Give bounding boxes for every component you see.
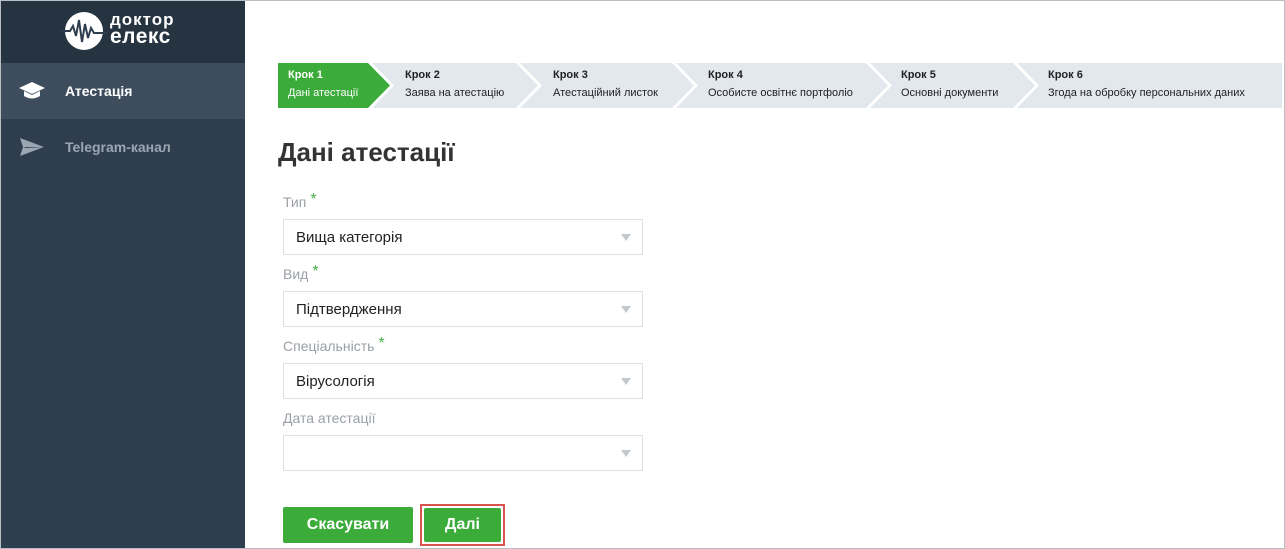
wizard-step-5[interactable]: Крок 5 Основні документи: [892, 63, 1032, 108]
step-number: Крок 3: [553, 69, 588, 81]
sidebar-item-attestation[interactable]: Атестація: [0, 63, 245, 119]
specialty-label: Спеціальність *: [283, 335, 385, 356]
required-marker: *: [310, 191, 317, 208]
type-select[interactable]: Вища категорія: [283, 219, 643, 255]
type-label: Тип *: [283, 191, 317, 212]
step-number: Крок 4: [708, 69, 743, 81]
kind-label-text: Вид: [283, 266, 309, 282]
wizard-steps: Крок 1 Дані атестації Крок 2 Заява на ат…: [278, 63, 1282, 108]
wizard-step-2[interactable]: Крок 2 Заява на атестацію: [394, 63, 534, 108]
wizard-step-3[interactable]: Крок 3 Атестаційний листок: [542, 63, 692, 108]
date-label-text: Дата атестації: [283, 410, 376, 426]
page-title: Дані атестації: [278, 137, 455, 167]
next-button[interactable]: Далі: [424, 508, 501, 542]
specialty-select[interactable]: Вірусологія: [283, 363, 643, 399]
type-label-text: Тип: [283, 194, 307, 210]
sidebar-item-label: Атестація: [65, 83, 133, 99]
dropdown-arrow-icon: [621, 306, 631, 313]
pulse-logo-icon: [61, 12, 107, 50]
step-title: Атестаційний листок: [553, 87, 658, 99]
kind-select[interactable]: Підтвердження: [283, 291, 643, 327]
brand-wordmark: доктор елекс: [110, 11, 175, 48]
dropdown-arrow-icon: [621, 450, 631, 457]
brand-logo[interactable]: доктор елекс: [0, 0, 245, 63]
specialty-label-text: Спеціальність: [283, 338, 375, 354]
step-title: Дані атестації: [288, 87, 359, 99]
sidebar: доктор елекс Атестація Telegram-канал: [0, 0, 245, 549]
step-number: Крок 1: [288, 69, 323, 81]
specialty-select-value: Вірусологія: [296, 373, 375, 390]
dropdown-arrow-icon: [621, 234, 631, 241]
kind-select-value: Підтвердження: [296, 301, 402, 318]
kind-label: Вид *: [283, 263, 319, 284]
step-title: Особисте освітнє портфоліо: [708, 87, 853, 99]
wizard-step-4[interactable]: Крок 4 Особисте освітнє портфоліо: [698, 63, 886, 108]
brand-line-2: елекс: [110, 25, 171, 48]
step-title: Основні документи: [901, 87, 999, 99]
top-header: [245, 0, 1285, 63]
date-label: Дата атестації: [283, 410, 375, 426]
required-marker: *: [378, 335, 385, 352]
step-number: Крок 6: [1048, 69, 1083, 81]
step-title: Заява на атестацію: [405, 87, 505, 99]
type-select-value: Вища категорія: [296, 229, 403, 246]
required-marker: *: [312, 263, 319, 280]
wizard-step-6[interactable]: Крок 6 Згода на обробку персональних дан…: [1039, 63, 1279, 108]
wizard-step-1[interactable]: Крок 1 Дані атестації: [278, 63, 388, 108]
step-number: Крок 5: [901, 69, 936, 81]
date-select[interactable]: [283, 435, 643, 471]
step-title: Згода на обробку персональних даних: [1048, 87, 1245, 99]
step-number: Крок 2: [405, 69, 440, 81]
paper-plane-icon: [17, 135, 47, 159]
graduation-cap-icon: [17, 79, 47, 103]
sidebar-item-label: Telegram-канал: [65, 139, 171, 155]
sidebar-item-telegram[interactable]: Telegram-канал: [0, 119, 245, 175]
cancel-button[interactable]: Скасувати: [283, 507, 413, 543]
dropdown-arrow-icon: [621, 378, 631, 385]
